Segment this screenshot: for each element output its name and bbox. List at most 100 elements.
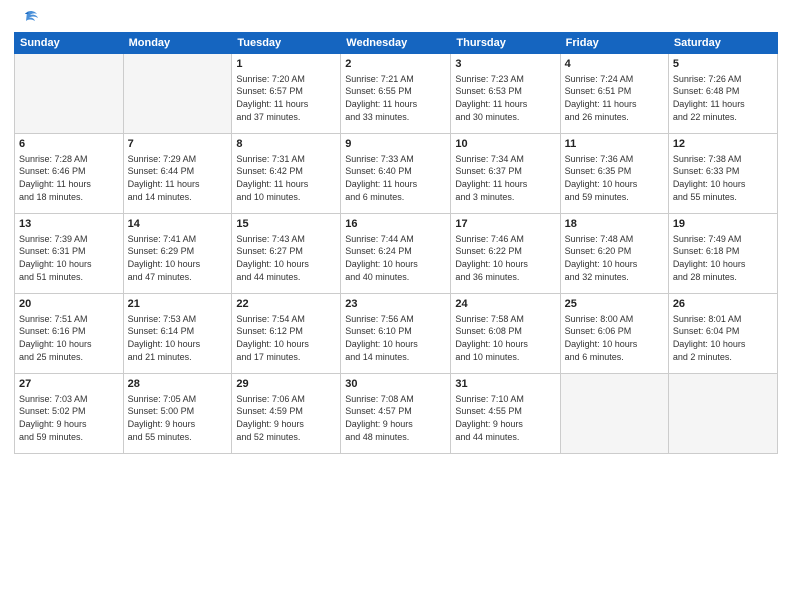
calendar-row-4: 27Sunrise: 7:03 AM Sunset: 5:02 PM Dayli… bbox=[15, 374, 778, 454]
day-detail: Sunrise: 7:43 AM Sunset: 6:27 PM Dayligh… bbox=[236, 233, 336, 283]
day-number: 24 bbox=[455, 297, 555, 312]
calendar-cell: 20Sunrise: 7:51 AM Sunset: 6:16 PM Dayli… bbox=[15, 294, 124, 374]
day-detail: Sunrise: 7:44 AM Sunset: 6:24 PM Dayligh… bbox=[345, 233, 446, 283]
day-detail: Sunrise: 7:20 AM Sunset: 6:57 PM Dayligh… bbox=[236, 73, 336, 123]
calendar-cell: 22Sunrise: 7:54 AM Sunset: 6:12 PM Dayli… bbox=[232, 294, 341, 374]
calendar-cell: 5Sunrise: 7:26 AM Sunset: 6:48 PM Daylig… bbox=[668, 54, 777, 134]
day-number: 9 bbox=[345, 137, 446, 152]
day-detail: Sunrise: 7:24 AM Sunset: 6:51 PM Dayligh… bbox=[565, 73, 664, 123]
day-detail: Sunrise: 7:34 AM Sunset: 6:37 PM Dayligh… bbox=[455, 153, 555, 203]
calendar-cell: 1Sunrise: 7:20 AM Sunset: 6:57 PM Daylig… bbox=[232, 54, 341, 134]
calendar-cell: 30Sunrise: 7:08 AM Sunset: 4:57 PM Dayli… bbox=[341, 374, 451, 454]
day-number: 10 bbox=[455, 137, 555, 152]
calendar-cell: 3Sunrise: 7:23 AM Sunset: 6:53 PM Daylig… bbox=[451, 54, 560, 134]
day-detail: Sunrise: 8:00 AM Sunset: 6:06 PM Dayligh… bbox=[565, 313, 664, 363]
calendar-cell: 4Sunrise: 7:24 AM Sunset: 6:51 PM Daylig… bbox=[560, 54, 668, 134]
calendar-header-friday: Friday bbox=[560, 33, 668, 54]
calendar-cell: 27Sunrise: 7:03 AM Sunset: 5:02 PM Dayli… bbox=[15, 374, 124, 454]
day-number: 5 bbox=[673, 57, 773, 72]
day-number: 18 bbox=[565, 217, 664, 232]
day-number: 15 bbox=[236, 217, 336, 232]
day-number: 21 bbox=[128, 297, 228, 312]
calendar-cell: 13Sunrise: 7:39 AM Sunset: 6:31 PM Dayli… bbox=[15, 214, 124, 294]
day-detail: Sunrise: 7:36 AM Sunset: 6:35 PM Dayligh… bbox=[565, 153, 664, 203]
day-number: 17 bbox=[455, 217, 555, 232]
calendar-cell: 29Sunrise: 7:06 AM Sunset: 4:59 PM Dayli… bbox=[232, 374, 341, 454]
calendar-cell: 8Sunrise: 7:31 AM Sunset: 6:42 PM Daylig… bbox=[232, 134, 341, 214]
calendar-cell: 24Sunrise: 7:58 AM Sunset: 6:08 PM Dayli… bbox=[451, 294, 560, 374]
day-detail: Sunrise: 7:39 AM Sunset: 6:31 PM Dayligh… bbox=[19, 233, 119, 283]
calendar-cell bbox=[560, 374, 668, 454]
calendar-cell: 11Sunrise: 7:36 AM Sunset: 6:35 PM Dayli… bbox=[560, 134, 668, 214]
day-number: 14 bbox=[128, 217, 228, 232]
day-detail: Sunrise: 7:06 AM Sunset: 4:59 PM Dayligh… bbox=[236, 393, 336, 443]
day-number: 26 bbox=[673, 297, 773, 312]
day-number: 27 bbox=[19, 377, 119, 392]
calendar-table: SundayMondayTuesdayWednesdayThursdayFrid… bbox=[14, 32, 778, 454]
calendar-cell bbox=[668, 374, 777, 454]
day-detail: Sunrise: 7:23 AM Sunset: 6:53 PM Dayligh… bbox=[455, 73, 555, 123]
day-detail: Sunrise: 7:28 AM Sunset: 6:46 PM Dayligh… bbox=[19, 153, 119, 203]
calendar-header-tuesday: Tuesday bbox=[232, 33, 341, 54]
day-detail: Sunrise: 7:05 AM Sunset: 5:00 PM Dayligh… bbox=[128, 393, 228, 443]
day-detail: Sunrise: 7:38 AM Sunset: 6:33 PM Dayligh… bbox=[673, 153, 773, 203]
day-detail: Sunrise: 7:08 AM Sunset: 4:57 PM Dayligh… bbox=[345, 393, 446, 443]
day-detail: Sunrise: 7:49 AM Sunset: 6:18 PM Dayligh… bbox=[673, 233, 773, 283]
day-number: 4 bbox=[565, 57, 664, 72]
day-detail: Sunrise: 7:41 AM Sunset: 6:29 PM Dayligh… bbox=[128, 233, 228, 283]
calendar-header-sunday: Sunday bbox=[15, 33, 124, 54]
calendar-cell: 12Sunrise: 7:38 AM Sunset: 6:33 PM Dayli… bbox=[668, 134, 777, 214]
day-detail: Sunrise: 7:54 AM Sunset: 6:12 PM Dayligh… bbox=[236, 313, 336, 363]
calendar-cell: 26Sunrise: 8:01 AM Sunset: 6:04 PM Dayli… bbox=[668, 294, 777, 374]
day-number: 23 bbox=[345, 297, 446, 312]
day-number: 7 bbox=[128, 137, 228, 152]
day-detail: Sunrise: 7:56 AM Sunset: 6:10 PM Dayligh… bbox=[345, 313, 446, 363]
day-number: 3 bbox=[455, 57, 555, 72]
day-detail: Sunrise: 7:46 AM Sunset: 6:22 PM Dayligh… bbox=[455, 233, 555, 283]
day-detail: Sunrise: 7:53 AM Sunset: 6:14 PM Dayligh… bbox=[128, 313, 228, 363]
day-number: 30 bbox=[345, 377, 446, 392]
calendar-row-0: 1Sunrise: 7:20 AM Sunset: 6:57 PM Daylig… bbox=[15, 54, 778, 134]
day-detail: Sunrise: 7:10 AM Sunset: 4:55 PM Dayligh… bbox=[455, 393, 555, 443]
calendar-cell: 6Sunrise: 7:28 AM Sunset: 6:46 PM Daylig… bbox=[15, 134, 124, 214]
day-number: 25 bbox=[565, 297, 664, 312]
calendar-cell bbox=[15, 54, 124, 134]
day-number: 28 bbox=[128, 377, 228, 392]
day-detail: Sunrise: 7:51 AM Sunset: 6:16 PM Dayligh… bbox=[19, 313, 119, 363]
day-detail: Sunrise: 7:33 AM Sunset: 6:40 PM Dayligh… bbox=[345, 153, 446, 203]
day-number: 20 bbox=[19, 297, 119, 312]
calendar-cell: 7Sunrise: 7:29 AM Sunset: 6:44 PM Daylig… bbox=[123, 134, 232, 214]
day-detail: Sunrise: 7:26 AM Sunset: 6:48 PM Dayligh… bbox=[673, 73, 773, 123]
calendar-cell: 14Sunrise: 7:41 AM Sunset: 6:29 PM Dayli… bbox=[123, 214, 232, 294]
day-detail: Sunrise: 7:21 AM Sunset: 6:55 PM Dayligh… bbox=[345, 73, 446, 123]
calendar-cell: 31Sunrise: 7:10 AM Sunset: 4:55 PM Dayli… bbox=[451, 374, 560, 454]
day-detail: Sunrise: 7:03 AM Sunset: 5:02 PM Dayligh… bbox=[19, 393, 119, 443]
day-detail: Sunrise: 7:29 AM Sunset: 6:44 PM Dayligh… bbox=[128, 153, 228, 203]
calendar-cell: 2Sunrise: 7:21 AM Sunset: 6:55 PM Daylig… bbox=[341, 54, 451, 134]
day-number: 12 bbox=[673, 137, 773, 152]
calendar-cell: 9Sunrise: 7:33 AM Sunset: 6:40 PM Daylig… bbox=[341, 134, 451, 214]
calendar-row-3: 20Sunrise: 7:51 AM Sunset: 6:16 PM Dayli… bbox=[15, 294, 778, 374]
calendar-row-1: 6Sunrise: 7:28 AM Sunset: 6:46 PM Daylig… bbox=[15, 134, 778, 214]
calendar-header-row: SundayMondayTuesdayWednesdayThursdayFrid… bbox=[15, 33, 778, 54]
day-number: 13 bbox=[19, 217, 119, 232]
day-number: 19 bbox=[673, 217, 773, 232]
day-detail: Sunrise: 7:58 AM Sunset: 6:08 PM Dayligh… bbox=[455, 313, 555, 363]
calendar-cell bbox=[123, 54, 232, 134]
day-detail: Sunrise: 8:01 AM Sunset: 6:04 PM Dayligh… bbox=[673, 313, 773, 363]
day-number: 2 bbox=[345, 57, 446, 72]
day-number: 1 bbox=[236, 57, 336, 72]
day-number: 29 bbox=[236, 377, 336, 392]
calendar-row-2: 13Sunrise: 7:39 AM Sunset: 6:31 PM Dayli… bbox=[15, 214, 778, 294]
calendar-cell: 10Sunrise: 7:34 AM Sunset: 6:37 PM Dayli… bbox=[451, 134, 560, 214]
day-number: 31 bbox=[455, 377, 555, 392]
day-number: 22 bbox=[236, 297, 336, 312]
calendar-cell: 28Sunrise: 7:05 AM Sunset: 5:00 PM Dayli… bbox=[123, 374, 232, 454]
calendar-header-wednesday: Wednesday bbox=[341, 33, 451, 54]
calendar-header-thursday: Thursday bbox=[451, 33, 560, 54]
calendar-cell: 15Sunrise: 7:43 AM Sunset: 6:27 PM Dayli… bbox=[232, 214, 341, 294]
calendar-cell: 23Sunrise: 7:56 AM Sunset: 6:10 PM Dayli… bbox=[341, 294, 451, 374]
logo bbox=[14, 10, 39, 24]
page: SundayMondayTuesdayWednesdayThursdayFrid… bbox=[0, 0, 792, 612]
calendar-cell: 16Sunrise: 7:44 AM Sunset: 6:24 PM Dayli… bbox=[341, 214, 451, 294]
